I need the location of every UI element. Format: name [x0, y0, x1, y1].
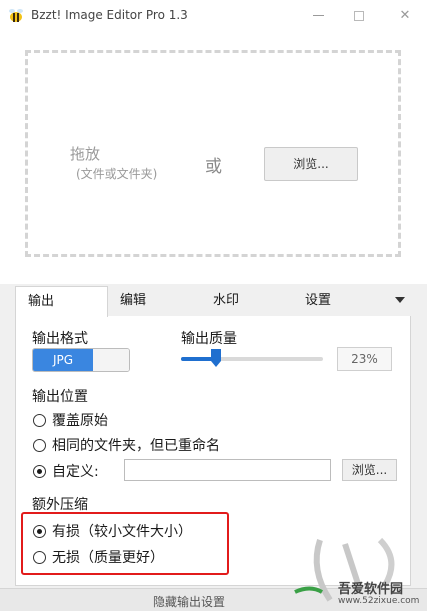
tab-settings[interactable]: 设置 — [305, 286, 331, 316]
compression-label: 额外压缩 — [32, 497, 88, 513]
format-label: 输出格式 — [32, 331, 88, 347]
browse-button[interactable]: 浏览... — [264, 147, 358, 181]
toggle-knob — [93, 349, 129, 371]
radio-same-folder[interactable]: 相同的文件夹，但已重命名 — [33, 435, 220, 455]
radio-icon — [33, 438, 46, 452]
radio-label: 覆盖原始 — [52, 413, 108, 429]
format-value: JPG — [33, 349, 93, 371]
or-label: 或 — [205, 157, 222, 177]
format-toggle[interactable]: JPG — [32, 348, 130, 372]
hide-settings-link[interactable]: 隐藏输出设置 — [153, 593, 225, 610]
bee-icon — [9, 9, 23, 22]
maximize-button[interactable] — [337, 0, 381, 32]
radio-checked-icon — [33, 464, 46, 478]
title-bar: Bzzt! Image Editor Pro 1.3 ✕ — [0, 0, 427, 32]
quality-label: 输出质量 — [181, 331, 237, 347]
radio-label: 自定义: — [52, 464, 99, 480]
minimize-icon — [312, 15, 324, 16]
tab-output[interactable]: 输出 — [15, 286, 108, 317]
tab-bar: 输出 编辑 水印 设置 — [15, 286, 411, 317]
close-icon: ✕ — [399, 8, 411, 23]
close-button[interactable]: ✕ — [383, 0, 427, 32]
location-label: 输出位置 — [32, 389, 88, 405]
quality-slider[interactable] — [181, 357, 323, 361]
watermark-text: 吾爱软件园 — [338, 582, 404, 597]
radio-label: 相同的文件夹，但已重命名 — [52, 438, 220, 454]
radio-icon — [33, 413, 46, 427]
quality-value: 23% — [337, 347, 392, 371]
highlight-box — [21, 512, 229, 575]
custom-browse-button[interactable]: 浏览... — [342, 459, 397, 481]
quality-slider-thumb[interactable] — [211, 349, 221, 367]
watermark-url: www.52zixue.com — [338, 596, 420, 606]
tab-edit[interactable]: 编辑 — [120, 286, 146, 316]
radio-overwrite[interactable]: 覆盖原始 — [33, 410, 108, 430]
minimize-button[interactable] — [296, 0, 340, 32]
drag-sublabel: (文件或文件夹) — [76, 167, 158, 181]
tab-watermark[interactable]: 水印 — [213, 286, 239, 316]
dropzone[interactable]: 拖放 (文件或文件夹) 或 浏览... — [25, 50, 401, 257]
drag-label: 拖放 — [70, 145, 101, 163]
window-title: Bzzt! Image Editor Pro 1.3 — [31, 8, 188, 22]
chevron-down-icon[interactable] — [395, 297, 405, 303]
radio-custom[interactable]: 自定义: — [33, 461, 99, 481]
maximize-icon — [354, 10, 364, 21]
quality-slider-fill — [181, 357, 214, 361]
custom-path-input[interactable] — [124, 459, 331, 481]
drop-area: 拖放 (文件或文件夹) 或 浏览... — [0, 32, 427, 284]
